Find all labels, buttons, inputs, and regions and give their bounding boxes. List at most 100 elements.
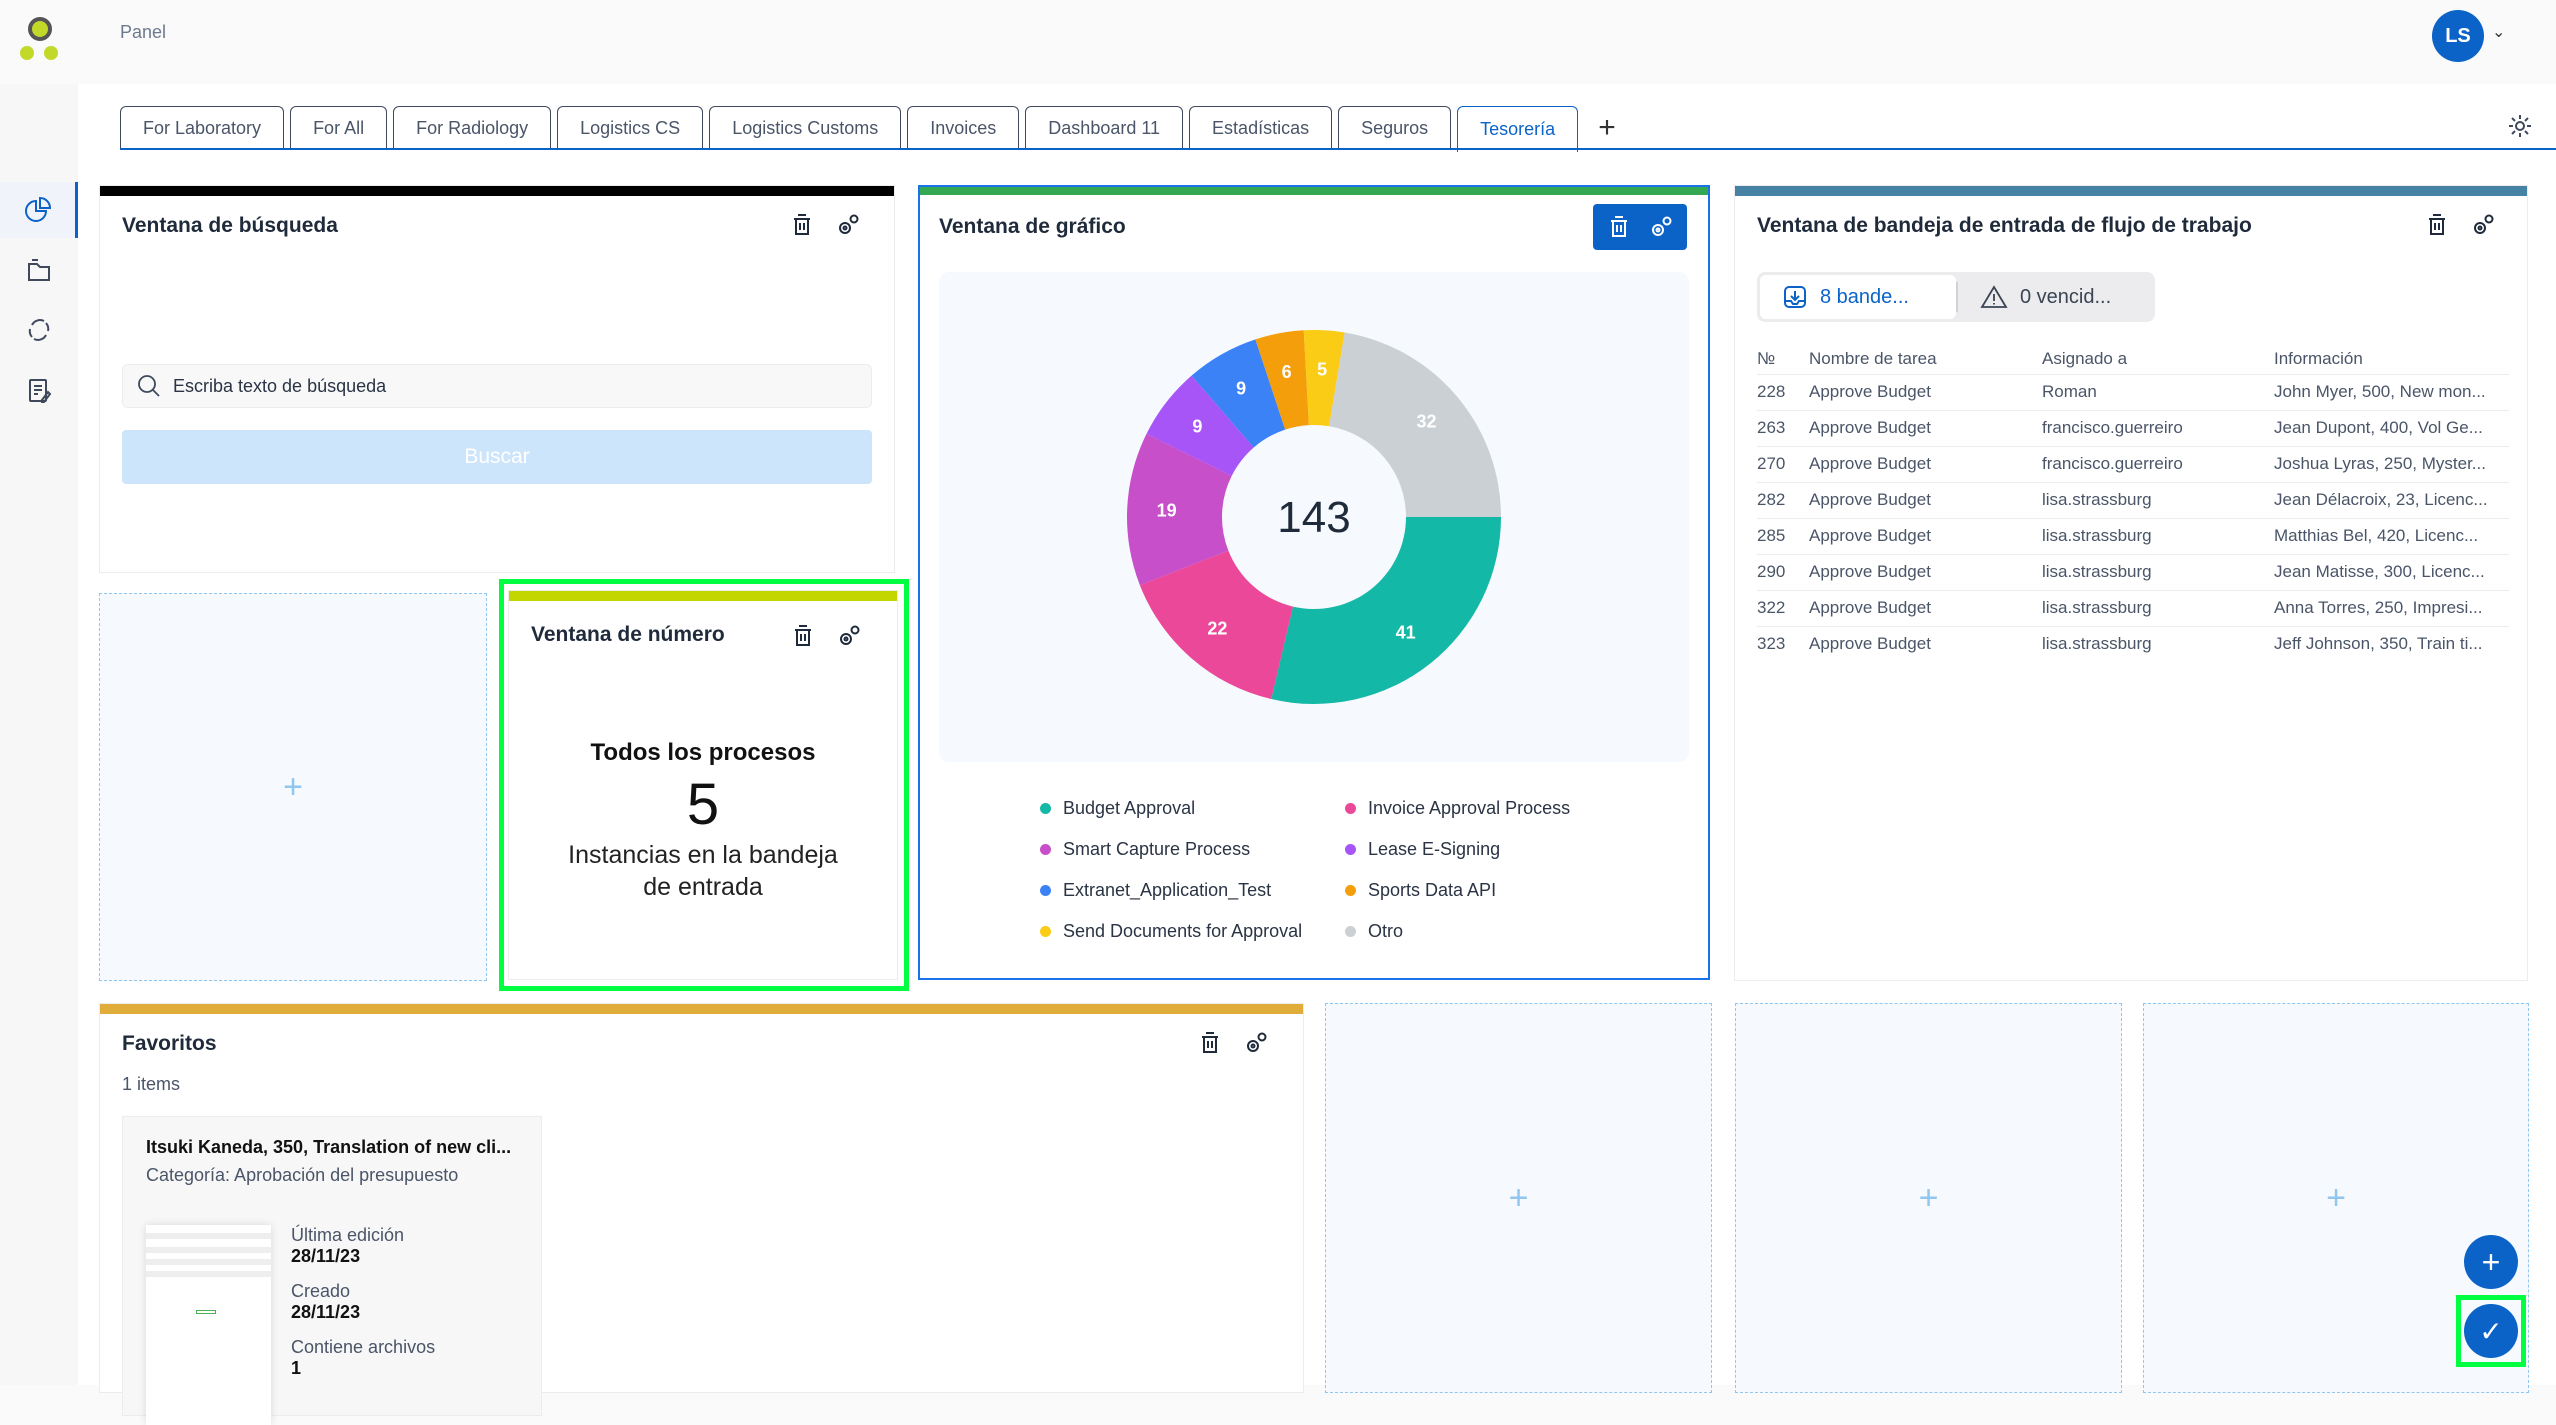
cell-number: 263 [1757, 409, 1809, 446]
tab-seguros[interactable]: Seguros [1338, 106, 1452, 150]
legend-item[interactable]: Sports Data API [1345, 879, 1605, 901]
confirm-layout-fab[interactable]: ✓ [2464, 1304, 2518, 1358]
table-row[interactable]: 263 Approve Budget francisco.guerreiro Jean… [1757, 409, 2509, 446]
tab-for-all[interactable]: For All [290, 106, 388, 150]
favorites-widget: Favoritos 1 items Itsuki Kaneda, 350, Tr… [99, 1003, 1304, 1425]
widget-settings-button[interactable] [834, 210, 862, 240]
widget-settings-button[interactable] [835, 621, 863, 651]
table-row[interactable]: 270 Approve Budget francisco.guerreiro Josh… [1757, 445, 2509, 482]
legend-item[interactable]: Budget Approval [1040, 797, 1345, 819]
search-icon [138, 375, 160, 397]
donut-slice[interactable] [1329, 332, 1501, 517]
table-row[interactable]: 290 Approve Budget lisa.strassburg Jean Mat… [1757, 553, 2509, 590]
legend-label: Lease E-Signing [1368, 838, 1501, 859]
legend-label: Sports Data API [1368, 879, 1497, 900]
legend-item[interactable]: Otro [1345, 920, 1605, 942]
empty-widget-slot[interactable]: + [1325, 1003, 1712, 1393]
add-tab-button[interactable]: + [1584, 106, 1630, 150]
overdue-toggle-button[interactable]: 0 vencid... [1958, 275, 2133, 319]
add-widget-icon: + [1508, 1178, 1529, 1217]
delete-widget-button[interactable] [788, 210, 816, 240]
last-edit-label: Última edición [291, 1225, 405, 1245]
tab-dashboard-11[interactable]: Dashboard 11 [1025, 106, 1184, 150]
donut-chart: 41 22 19 9 9 6 5 32 143 [1127, 330, 1501, 704]
widget-actions [789, 621, 863, 651]
tab-logistics-cs[interactable]: Logistics CS [557, 106, 704, 150]
slice-value-label: 5 [1317, 360, 1327, 380]
tab-for-laboratory[interactable]: For Laboratory [120, 106, 285, 150]
legend-item[interactable]: Smart Capture Process [1040, 838, 1345, 860]
column-header-information[interactable]: Información [2274, 344, 2509, 374]
search-input[interactable] [173, 375, 853, 397]
trash-icon [1202, 1032, 1218, 1053]
workflow-inbox-widget: Ventana de bandeja de entrada de flujo d… [1734, 185, 2528, 981]
chart-widget: Ventana de gráfico 41 22 19 9 9 6 5 32 143 Budge… [918, 185, 1710, 980]
legend-item[interactable]: Lease E-Signing [1345, 838, 1605, 860]
favorite-title[interactable]: Itsuki Kaneda, 350, Translation of new c… [146, 1137, 511, 1158]
user-avatar[interactable]: LS [2432, 10, 2484, 62]
delete-widget-button[interactable] [1605, 212, 1633, 242]
donut-slice[interactable] [1271, 517, 1501, 704]
cell-information: John Myer, 500, New mon... [2274, 373, 2509, 410]
table-row[interactable]: 322 Approve Budget lisa.strassburg Anna Tor… [1757, 589, 2509, 626]
column-header-assigned-to[interactable]: Asignado a [2042, 344, 2274, 374]
clipboard-edit-icon [29, 379, 52, 403]
sidebar-item-dashboard[interactable] [0, 182, 78, 238]
delete-widget-button[interactable] [1196, 1028, 1224, 1058]
favorite-card[interactable]: Itsuki Kaneda, 350, Translation of new c… [122, 1116, 542, 1425]
sidebar-item-tasks[interactable] [0, 362, 78, 418]
delete-widget-button[interactable] [2423, 210, 2451, 240]
chevron-down-icon[interactable]: ⌄ [2492, 22, 2505, 42]
document-thumbnail[interactable] [146, 1225, 271, 1425]
favorites-count: 1 items [122, 1074, 181, 1094]
add-widget-fab[interactable]: + [2464, 1235, 2518, 1289]
tab-for-radiology[interactable]: For Radiology [393, 106, 552, 150]
table-row[interactable]: 285 Approve Budget lisa.strassburg Matthias… [1757, 517, 2509, 554]
gear-icon[interactable] [2506, 112, 2534, 140]
sidebar-item-documents[interactable] [0, 242, 78, 298]
table-row[interactable]: 282 Approve Budget lisa.strassburg Jean Dél… [1757, 481, 2509, 518]
trash-icon [1611, 216, 1627, 237]
app-logo-icon[interactable] [18, 16, 62, 62]
cell-number: 322 [1757, 589, 1809, 626]
slice-value-label: 6 [1282, 362, 1292, 382]
cell-assigned-to: lisa.strassburg [2042, 625, 2274, 662]
tab-invoices[interactable]: Invoices [907, 106, 1020, 150]
widget-color-bar [100, 1004, 1303, 1014]
delete-widget-button[interactable] [789, 621, 817, 651]
legend-label: Smart Capture Process [1063, 838, 1251, 859]
legend-item[interactable]: Extranet_Application_Test [1040, 879, 1345, 901]
pie-chart-icon [24, 196, 51, 222]
cell-number: 323 [1757, 625, 1809, 662]
column-header-number[interactable]: № [1757, 344, 1809, 374]
search-widget: Ventana de búsqueda Buscar [99, 185, 895, 573]
table-row[interactable]: 323 Approve Budget lisa.strassburg Jeff Joh… [1757, 625, 2509, 662]
warning-icon [1980, 285, 2008, 308]
files-value: 1 [291, 1358, 302, 1378]
widget-title: Ventana de bandeja de entrada de flujo d… [1757, 214, 2252, 237]
inbox-toggle-button[interactable]: 8 bande... [1760, 275, 1956, 319]
tab-tesoreria[interactable]: Tesorería [1457, 106, 1579, 152]
cell-assigned-to: lisa.strassburg [2042, 481, 2274, 518]
table-row[interactable]: 228 Approve Budget Roman John Myer, 500, Ne… [1757, 373, 2509, 410]
table-header-row: № Nombre de tarea Asignado a Información [1757, 344, 2509, 374]
empty-widget-slot[interactable]: + [1735, 1003, 2122, 1393]
cell-task-name: Approve Budget [1809, 517, 2042, 554]
empty-widget-slot[interactable]: + [99, 593, 487, 981]
cell-number: 282 [1757, 481, 1809, 518]
widget-settings-button[interactable] [2469, 210, 2497, 240]
legend-item[interactable]: Invoice Approval Process [1345, 797, 1605, 819]
column-header-task-name[interactable]: Nombre de tarea [1809, 344, 2042, 374]
widget-settings-button[interactable] [1242, 1028, 1270, 1058]
legend-label: Send Documents for Approval [1063, 920, 1303, 941]
legend-item[interactable]: Send Documents for Approval [1040, 920, 1345, 942]
legend-label: Extranet_Application_Test [1063, 879, 1272, 900]
widget-settings-button[interactable] [1647, 212, 1675, 242]
search-button[interactable]: Buscar [122, 430, 872, 484]
tab-logistics-customs[interactable]: Logistics Customs [709, 106, 902, 150]
add-widget-icon: + [2326, 1178, 2346, 1217]
widget-title: Favoritos [122, 1032, 217, 1055]
widget-title: Ventana de gráfico [939, 215, 1126, 238]
tab-estadisticas[interactable]: Estadísticas [1189, 106, 1333, 150]
sidebar-item-workflows[interactable] [0, 302, 78, 358]
